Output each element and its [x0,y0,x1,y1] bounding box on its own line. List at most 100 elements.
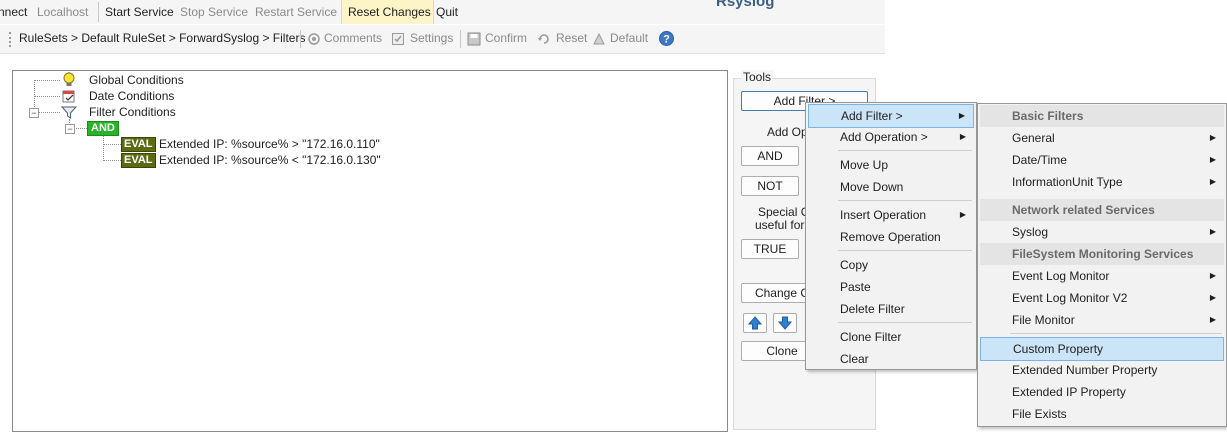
eval-badge: EVAL [121,153,156,168]
calendar-icon [61,88,77,104]
svg-text:?: ? [663,34,670,46]
toolbar-divider [98,2,99,22]
tree-connector [39,112,60,113]
menu-item-file-exists[interactable]: File Exists [980,403,1224,425]
comments-icon [307,32,321,46]
submenu-arrow-icon: ▶ [1209,133,1216,142]
toolbar-divider [300,30,301,48]
tools-label: Tools [741,70,774,84]
collapse-toggle[interactable]: − [65,124,75,134]
menu-item-delete-filter[interactable]: Delete Filter [808,298,974,320]
menu-item-informationunit-type[interactable]: InformationUnit Type ▶ [980,171,1224,193]
default-icon [592,32,606,46]
tree-node-global-conditions[interactable]: Global Conditions [89,73,184,87]
tree-node-filter-conditions[interactable]: Filter Conditions [89,105,176,119]
menu-header-filesystem-services: FileSystem Monitoring Services [980,243,1224,265]
move-up-button[interactable] [743,313,767,333]
not-button[interactable]: NOT [741,176,799,196]
connect-button[interactable]: nnect [0,5,27,19]
tree-connector [34,96,60,97]
submenu-arrow-icon: ▶ [958,111,965,120]
context-menu: Add Filter > ▶ Add Operation > ▶ Move Up M… [805,102,977,370]
toolbar-blank-area [885,0,1227,24]
and-button[interactable]: AND [741,146,799,166]
menu-item-general[interactable]: General ▶ [980,127,1224,149]
toolbar-grip[interactable] [9,32,13,47]
menu-item-move-down[interactable]: Move Down [808,176,974,198]
main-toolbar: nnect Localhost Start Service Stop Servi… [0,0,885,24]
reset-button[interactable]: Reset [556,31,587,45]
menu-item-insert-operation[interactable]: Insert Operation ▶ [808,204,974,226]
menu-item-event-log-monitor-v2[interactable]: Event Log Monitor V2 ▶ [980,287,1224,309]
eval-badge: EVAL [121,137,156,152]
menu-item-paste[interactable]: Paste [808,276,974,298]
submenu-arrow-icon: ▶ [1209,271,1216,280]
submenu-arrow-icon: ▶ [1209,177,1216,186]
menu-item-extended-number-property[interactable]: Extended Number Property [980,359,1224,381]
menu-separator [838,250,972,251]
menu-item-add-operation[interactable]: Add Operation > ▶ [808,126,974,148]
breadcrumb-bar: RuleSets > Default RuleSet > ForwardSysl… [0,25,885,54]
menu-separator [838,322,972,323]
menu-item-date-time[interactable]: Date/Time ▶ [980,149,1224,171]
menu-item-file-monitor[interactable]: File Monitor ▶ [980,309,1224,331]
and-operation-badge[interactable]: AND [87,121,119,136]
menu-separator [838,150,972,151]
reset-changes-button[interactable]: Reset Changes [348,5,431,19]
filter-row[interactable]: Extended IP: %source% > "172.16.0.110" [159,137,380,151]
menu-header-basic-filters: Basic Filters [980,105,1224,127]
filter-tree[interactable]: Global Conditions Date Conditions − Filt… [12,70,728,432]
true-button[interactable]: TRUE [741,239,799,259]
submenu-arrow-icon: ▶ [1209,293,1216,302]
menu-item-add-filter[interactable]: Add Filter > ▶ [808,104,974,128]
menu-item-syslog[interactable]: Syslog ▶ [980,221,1224,243]
special-operations-label: Special O [758,205,811,219]
submenu-arrow-icon: ▶ [959,132,966,141]
funnel-icon [60,104,78,120]
menu-item-remove-operation[interactable]: Remove Operation [808,226,974,248]
comments-button[interactable]: Comments [324,31,382,45]
submenu-arrow-icon: ▶ [1209,227,1216,236]
menu-separator [1010,333,1222,334]
submenu-arrow-icon: ▶ [1209,315,1216,324]
tree-connector [103,144,121,145]
add-filter-submenu: Basic Filters General ▶ Date/Time ▶ Inform… [977,103,1227,427]
menu-item-clear[interactable]: Clear [808,348,974,370]
tree-connector [74,128,87,129]
collapse-toggle[interactable]: − [29,108,39,118]
tree-node-date-conditions[interactable]: Date Conditions [89,89,174,103]
submenu-arrow-icon: ▶ [1209,155,1216,164]
app-title: Rsyslog [716,0,775,10]
tree-connector [103,135,104,161]
menu-item-clone-filter[interactable]: Clone Filter [808,326,974,348]
quit-button[interactable]: Quit [436,5,458,19]
menu-item-extended-ip-property[interactable]: Extended IP Property [980,381,1224,403]
filter-row[interactable]: Extended IP: %source% < "172.16.0.130" [159,153,381,167]
restart-service-button[interactable]: Restart Service [255,5,337,19]
menu-item-copy[interactable]: Copy [808,254,974,276]
menu-separator [838,200,972,201]
help-icon[interactable]: ? [659,31,674,46]
lightbulb-icon [61,72,77,88]
menu-header-network-services: Network related Services [980,199,1224,221]
settings-icon [391,32,405,46]
default-button[interactable]: Default [610,31,648,45]
save-icon [467,32,481,46]
menu-item-move-up[interactable]: Move Up [808,154,974,176]
settings-button[interactable]: Settings [410,31,453,45]
arrow-up-icon [747,316,763,330]
arrow-down-icon [777,316,793,330]
submenu-arrow-icon: ▶ [959,210,966,219]
menu-item-event-log-monitor[interactable]: Event Log Monitor ▶ [980,265,1224,287]
breadcrumb[interactable]: RuleSets > Default RuleSet > ForwardSysl… [19,31,305,45]
localhost-button[interactable]: Localhost [37,5,88,19]
reset-icon [537,32,551,46]
stop-service-button[interactable]: Stop Service [180,5,248,19]
toolbar-divider [460,30,461,48]
menu-item-custom-property[interactable]: Custom Property [980,337,1224,361]
confirm-button[interactable]: Confirm [485,31,527,45]
tree-connector [34,80,60,81]
start-service-button[interactable]: Start Service [105,5,174,19]
tree-connector [103,160,121,161]
move-down-button[interactable] [773,313,797,333]
